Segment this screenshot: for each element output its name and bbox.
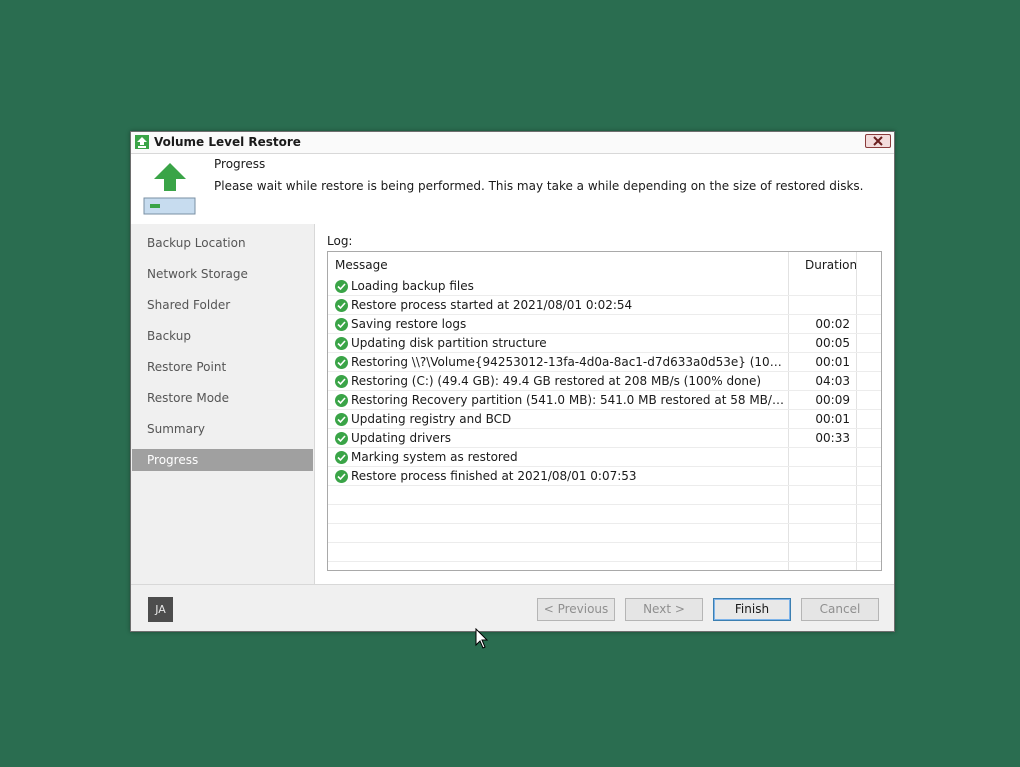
success-check-icon	[335, 280, 348, 293]
window-title: Volume Level Restore	[154, 135, 301, 149]
log-duration: 00:05	[815, 336, 850, 350]
log-duration: 00:01	[815, 355, 850, 369]
success-check-icon	[335, 318, 348, 331]
log-duration: 04:03	[815, 374, 850, 388]
cancel-button[interactable]: Cancel	[801, 598, 879, 621]
log-row[interactable]: Restoring \\?\Volume{94253012-13fa-4d0a-…	[328, 353, 881, 372]
log-row-empty	[328, 486, 881, 505]
wizard-header: Progress Please wait while restore is be…	[131, 154, 894, 224]
success-check-icon	[335, 413, 348, 426]
success-check-icon	[335, 451, 348, 464]
sidebar-item-progress[interactable]: Progress	[132, 449, 313, 471]
sidebar-item-network-storage[interactable]: Network Storage	[132, 263, 313, 285]
log-row[interactable]: Restoring Recovery partition (541.0 MB):…	[328, 391, 881, 410]
log-message: Updating drivers	[351, 431, 452, 445]
log-row[interactable]: Loading backup files	[328, 277, 881, 296]
previous-button[interactable]: < Previous	[537, 598, 615, 621]
step-description: Please wait while restore is being perfo…	[214, 179, 864, 193]
close-button[interactable]	[865, 134, 891, 148]
log-row[interactable]: Restoring (C:) (49.4 GB): 49.4 GB restor…	[328, 372, 881, 391]
title-bar[interactable]: Volume Level Restore	[131, 132, 894, 154]
log-row-empty	[328, 562, 881, 570]
log-message: Updating disk partition structure	[351, 336, 547, 350]
sidebar-item-backup-location[interactable]: Backup Location	[132, 232, 313, 254]
sidebar-item-summary[interactable]: Summary	[132, 418, 313, 440]
step-title: Progress	[214, 157, 266, 171]
success-check-icon	[335, 470, 348, 483]
log-row[interactable]: Updating drivers 00:33	[328, 429, 881, 448]
log-duration: 00:01	[815, 412, 850, 426]
log-message: Marking system as restored	[351, 450, 518, 464]
column-header-message[interactable]: Message	[335, 258, 388, 272]
success-check-icon	[335, 432, 348, 445]
log-row[interactable]: Restore process started at 2021/08/01 0:…	[328, 296, 881, 315]
log-table-header: Message Duration	[328, 252, 881, 275]
success-check-icon	[335, 394, 348, 407]
sidebar-item-shared-folder[interactable]: Shared Folder	[132, 294, 313, 316]
sidebar-item-restore-mode[interactable]: Restore Mode	[132, 387, 313, 409]
log-label: Log:	[327, 234, 353, 248]
log-duration: 00:33	[815, 431, 850, 445]
log-message: Restoring \\?\Volume{94253012-13fa-4d0a-…	[351, 355, 784, 369]
log-row[interactable]: Updating registry and BCD 00:01	[328, 410, 881, 429]
log-message: Updating registry and BCD	[351, 412, 512, 426]
log-message: Saving restore logs	[351, 317, 467, 331]
success-check-icon	[335, 337, 348, 350]
next-button[interactable]: Next >	[625, 598, 703, 621]
close-icon	[873, 136, 883, 146]
wizard-steps-sidebar: Backup Location Network Storage Shared Fol…	[131, 224, 315, 584]
column-header-duration[interactable]: Duration	[805, 258, 857, 272]
restore-arrow-disk-icon	[143, 160, 197, 216]
log-row-empty	[328, 524, 881, 543]
wizard-footer: JA < Previous Next > Finish Cancel	[131, 584, 894, 631]
log-duration: 00:02	[815, 317, 850, 331]
success-check-icon	[335, 299, 348, 312]
success-check-icon	[335, 375, 348, 388]
log-row[interactable]: Marking system as restored	[328, 448, 881, 467]
volume-level-restore-window: Volume Level Restore Progress Please wai…	[130, 131, 895, 632]
user-avatar: JA	[148, 597, 173, 622]
log-row[interactable]: Restore process finished at 2021/08/01 0…	[328, 467, 881, 486]
log-message: Restoring Recovery partition (541.0 MB):…	[351, 393, 784, 407]
mouse-cursor-icon	[475, 628, 489, 649]
log-message: Restoring (C:) (49.4 GB): 49.4 GB restor…	[351, 374, 762, 388]
log-row-empty	[328, 505, 881, 524]
sidebar-item-restore-point[interactable]: Restore Point	[132, 356, 313, 378]
log-row[interactable]: Updating disk partition structure 00:05	[328, 334, 881, 353]
log-message: Loading backup files	[351, 279, 474, 293]
log-message: Restore process started at 2021/08/01 0:…	[351, 298, 633, 312]
progress-panel: Log: Message Duration Loading backup fil…	[315, 224, 894, 584]
log-duration: 00:09	[815, 393, 850, 407]
log-row-empty	[328, 543, 881, 562]
success-check-icon	[335, 356, 348, 369]
restore-arrow-icon	[135, 135, 149, 149]
log-message: Restore process finished at 2021/08/01 0…	[351, 469, 637, 483]
log-row[interactable]: Saving restore logs 00:02	[328, 315, 881, 334]
finish-button[interactable]: Finish	[713, 598, 791, 621]
log-table[interactable]: Message Duration Loading backup files Res…	[327, 251, 882, 571]
sidebar-item-backup[interactable]: Backup	[132, 325, 313, 347]
